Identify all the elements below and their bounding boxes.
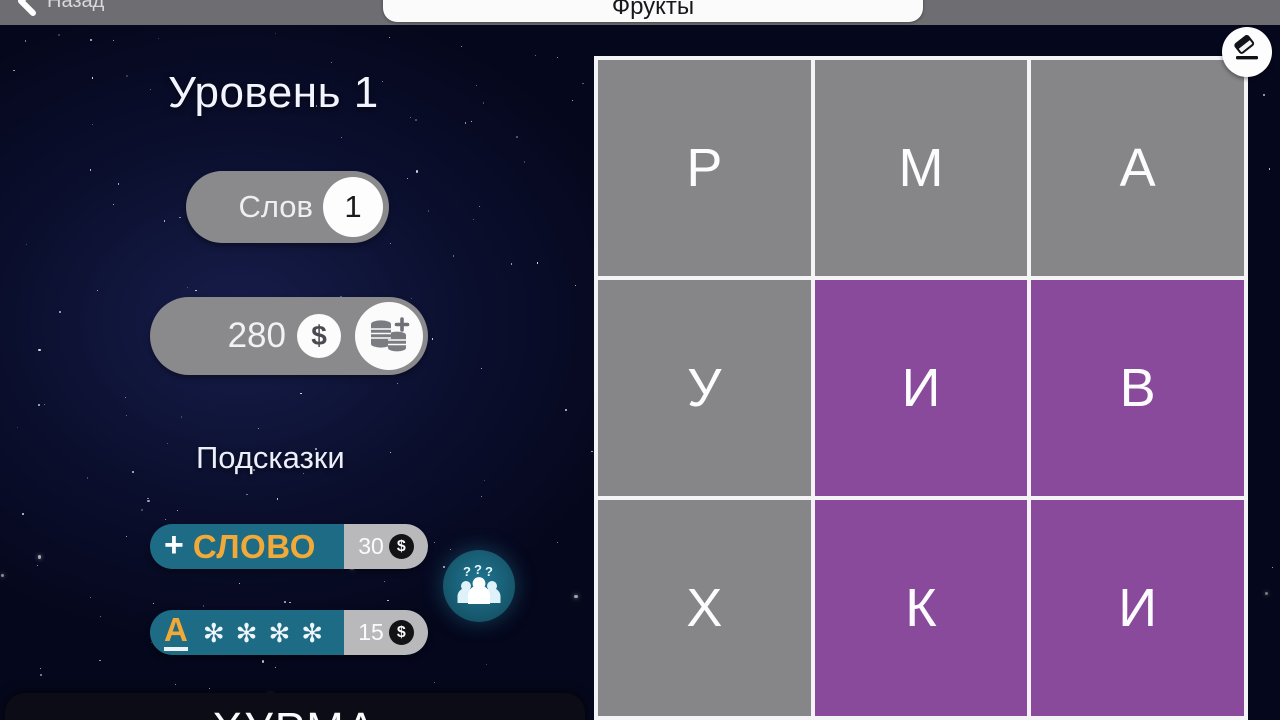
dollar-coin-icon: $ (388, 620, 414, 645)
coin-stack-add-icon[interactable] (355, 302, 423, 370)
category-title-pill[interactable]: Фрукты (383, 0, 923, 22)
grid-cell[interactable]: И (814, 280, 1028, 496)
mask-star: ✻ (301, 617, 324, 648)
hint-reveal-letter-body: А ✻ ✻ ✻ ✻ (150, 610, 344, 655)
eraser-button[interactable] (1222, 27, 1272, 77)
people-question-icon: ? ? ? (454, 559, 504, 614)
coins-amount: 280 (227, 316, 286, 355)
hint-reveal-word-label: СЛОВО (192, 527, 316, 565)
ask-friends-button[interactable]: ? ? ? (443, 550, 515, 622)
words-label: Слов (238, 189, 313, 224)
back-chevron-icon (16, 0, 38, 16)
svg-text:?: ? (474, 562, 482, 577)
level-title: Уровень 1 (168, 68, 379, 117)
grid-cell[interactable]: К (814, 500, 1028, 716)
hint-reveal-letter-price-value: 15 (358, 619, 384, 645)
grid-cell[interactable]: Р (598, 60, 811, 276)
grid-cell[interactable]: И (1031, 500, 1244, 716)
mask-star: ✻ (268, 617, 291, 648)
mask-star: ✻ (235, 617, 258, 648)
hint-reveal-word-price: 30 $ (344, 524, 428, 569)
dollar-coin-icon: $ (388, 534, 414, 559)
words-counter-pill: Слов 1 (186, 171, 389, 243)
top-bar: Назад Фрукты (0, 0, 1280, 25)
left-panel: Уровень 1 Слов 1 280 $ Подсказки + СЛОВО… (0, 25, 590, 720)
letter-grid[interactable]: РМАУИВХКИ (594, 56, 1248, 720)
eraser-icon (1232, 34, 1262, 70)
answer-word-panel: ХУРМА (5, 693, 585, 720)
grid-cell[interactable]: У (598, 280, 811, 496)
dollar-coin-icon: $ (297, 314, 341, 358)
back-button-label: Назад (47, 0, 105, 12)
hint-first-letter: А (164, 613, 188, 651)
hint-reveal-letter-price: 15 $ (344, 610, 428, 655)
grid-cell[interactable]: М (814, 60, 1028, 276)
grid-cell[interactable]: В (1031, 280, 1244, 496)
hints-section-label: Подсказки (196, 440, 345, 475)
grid-cell[interactable]: Х (598, 500, 811, 716)
words-count-badge: 1 (323, 177, 383, 237)
back-button[interactable]: Назад (8, 0, 112, 24)
hint-reveal-letter-button[interactable]: А ✻ ✻ ✻ ✻ 15 $ (150, 610, 428, 655)
game-screen: Назад Фрукты Уровень 1 Слов 1 280 $ Подс… (0, 0, 1280, 720)
hint-reveal-word-body: + СЛОВО (150, 524, 344, 569)
hint-letter-mask: ✻ ✻ ✻ ✻ (203, 620, 323, 646)
mask-star: ✻ (202, 617, 225, 648)
svg-text:?: ? (485, 564, 493, 579)
answer-word: ХУРМА (212, 703, 378, 720)
hint-reveal-word-button[interactable]: + СЛОВО 30 $ (150, 524, 428, 569)
coins-pill[interactable]: 280 $ (150, 297, 428, 375)
grid-cell[interactable]: А (1031, 60, 1244, 276)
hint-reveal-word-price-value: 30 (358, 533, 384, 559)
svg-text:?: ? (463, 564, 471, 579)
category-title-text: Фрукты (611, 0, 695, 20)
plus-icon: + (164, 526, 184, 564)
